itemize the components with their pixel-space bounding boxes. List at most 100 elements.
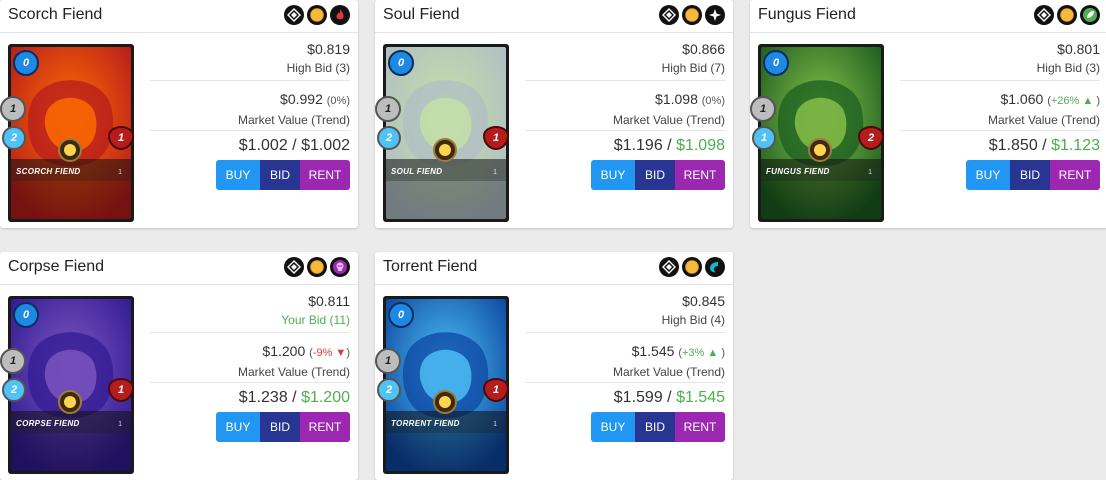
bid-button[interactable]: BID bbox=[260, 412, 300, 442]
action-buttons: BUY BID RENT bbox=[216, 160, 350, 190]
level-badge: 1 bbox=[868, 169, 872, 176]
bid-button[interactable]: BID bbox=[635, 160, 675, 190]
market-value: $1.200 (-9% ▼) bbox=[262, 343, 350, 359]
mana-icon: 0 bbox=[388, 302, 414, 328]
action-buttons: BUY BID RENT bbox=[216, 412, 350, 442]
mana-icon: 0 bbox=[388, 50, 414, 76]
per-bcx-price: $1.098 bbox=[676, 137, 725, 154]
card-badges bbox=[659, 257, 725, 277]
card-title[interactable]: Corpse Fiend bbox=[8, 258, 104, 276]
mana-value: 0 bbox=[397, 309, 405, 321]
buy-button[interactable]: BUY bbox=[591, 412, 635, 442]
card-title[interactable]: Torrent Fiend bbox=[383, 258, 477, 276]
rent-button[interactable]: RENT bbox=[675, 160, 725, 190]
attack-value: 1 bbox=[384, 355, 392, 367]
card-art-label: SCORCH FIEND bbox=[16, 167, 81, 176]
bid-row: $0.819 High Bid (3) bbox=[150, 40, 350, 81]
speed-icon: 2 bbox=[377, 126, 401, 150]
card-header: Fungus Fiend bbox=[750, 0, 1106, 33]
bid-row: $0.866 High Bid (7) bbox=[525, 40, 725, 81]
card-pricing: $0.811 Your Bid (11) $1.200 (-9% ▼) Mark… bbox=[150, 292, 350, 429]
market-value: $1.060 (+26% ▲ ) bbox=[1000, 91, 1100, 107]
card-image[interactable]: 0 1 2 1 SCORCH FIEND 1 bbox=[0, 44, 134, 222]
card-listing[interactable]: Corpse Fiend 0 1 2 1 CORPSE FIEND 1 $0.8… bbox=[0, 252, 358, 480]
card-image[interactable]: 0 1 1 2 FUNGUS FIEND 1 bbox=[750, 44, 884, 222]
per-bcx-price: $1.200 bbox=[301, 389, 350, 406]
card-listing[interactable]: Soul Fiend 0 1 2 1 SOUL FIEND 1 $0.866 H… bbox=[375, 0, 733, 228]
high-bid-label: High Bid (3) bbox=[286, 61, 350, 75]
action-buttons: BUY BID RENT bbox=[591, 412, 725, 442]
high-bid-label: High Bid (7) bbox=[661, 61, 725, 75]
speed-icon: 1 bbox=[752, 126, 776, 150]
per-bcx-price: $1.002 bbox=[301, 137, 350, 154]
card-header: Soul Fiend bbox=[375, 0, 733, 33]
earth-icon bbox=[1080, 5, 1100, 25]
arrow-up-icon: ▲ bbox=[704, 347, 719, 359]
card-listing[interactable]: Fungus Fiend 0 1 1 2 FUNGUS FIEND 1 $0.8… bbox=[750, 0, 1106, 228]
buy-button[interactable]: BUY bbox=[966, 160, 1010, 190]
bid-button[interactable]: BID bbox=[1010, 160, 1050, 190]
trend-indicator: (0%) bbox=[326, 95, 350, 107]
rent-button[interactable]: RENT bbox=[675, 412, 725, 442]
card-art-label: TORRENT FIEND bbox=[391, 419, 460, 428]
bid-button[interactable]: BID bbox=[635, 412, 675, 442]
card-title[interactable]: Fungus Fiend bbox=[758, 6, 856, 24]
speed-value: 2 bbox=[10, 384, 18, 396]
level-badge: 1 bbox=[118, 421, 122, 428]
low-buy-price: $1.238 / $1.200 bbox=[238, 389, 350, 406]
water-icon bbox=[705, 257, 725, 277]
card-image[interactable]: 0 1 2 1 SOUL FIEND 1 bbox=[375, 44, 509, 222]
buy-button[interactable]: BUY bbox=[591, 160, 635, 190]
mana-value: 0 bbox=[22, 57, 30, 69]
rent-button[interactable]: RENT bbox=[300, 160, 350, 190]
attack-value: 1 bbox=[759, 103, 767, 115]
death-icon bbox=[330, 257, 350, 277]
rent-button[interactable]: RENT bbox=[1050, 160, 1100, 190]
low-buy-price: $1.599 / $1.545 bbox=[613, 389, 725, 406]
market-row: $1.545 (+3% ▲ ) Market Value (Trend) bbox=[525, 333, 725, 383]
health-value: 1 bbox=[117, 132, 125, 144]
trend-indicator: (-9% ▼) bbox=[309, 347, 350, 359]
card-pricing: $0.845 High Bid (4) $1.545 (+3% ▲ ) Mark… bbox=[525, 292, 725, 429]
card-listing[interactable]: Scorch Fiend 0 1 2 1 SCORCH FIEND 1 $0.8… bbox=[0, 0, 358, 228]
per-bcx-price: $1.545 bbox=[676, 389, 725, 406]
card-art-label: FUNGUS FIEND bbox=[766, 167, 830, 176]
bid-button[interactable]: BID bbox=[260, 160, 300, 190]
speed-value: 2 bbox=[385, 132, 393, 144]
low-buy-price: $1.002 / $1.002 bbox=[238, 137, 350, 154]
card-image[interactable]: 0 1 2 1 TORRENT FIEND 1 bbox=[375, 296, 509, 474]
attack-value: 1 bbox=[9, 103, 17, 115]
card-title[interactable]: Soul Fiend bbox=[383, 6, 460, 24]
rent-button[interactable]: RENT bbox=[300, 412, 350, 442]
mana-value: 0 bbox=[772, 57, 780, 69]
low-buy-price: $1.850 / $1.123 bbox=[988, 137, 1100, 154]
market-value: $1.098 (0%) bbox=[655, 91, 725, 107]
card-badges bbox=[1034, 5, 1100, 25]
card-header: Torrent Fiend bbox=[375, 252, 733, 285]
trend-indicator: (+3% ▲ ) bbox=[678, 347, 725, 359]
action-buttons: BUY BID RENT bbox=[591, 160, 725, 190]
speed-value: 1 bbox=[760, 132, 768, 144]
card-art-label: SOUL FIEND bbox=[391, 167, 443, 176]
market-row: $1.200 (-9% ▼) Market Value (Trend) bbox=[150, 333, 350, 383]
mana-value: 0 bbox=[397, 57, 405, 69]
buy-button[interactable]: BUY bbox=[216, 412, 260, 442]
card-pricing: $0.801 High Bid (3) $1.060 (+26% ▲ ) Mar… bbox=[900, 40, 1100, 177]
speed-value: 2 bbox=[385, 384, 393, 396]
card-image[interactable]: 0 1 2 1 CORPSE FIEND 1 bbox=[0, 296, 134, 474]
bid-row: $0.845 High Bid (4) bbox=[525, 292, 725, 333]
rarity-common-icon bbox=[659, 257, 679, 277]
gold-foil-icon bbox=[1057, 5, 1077, 25]
market-label: Market Value (Trend) bbox=[237, 113, 350, 127]
bid-row: $0.801 High Bid (3) bbox=[900, 40, 1100, 81]
mana-icon: 0 bbox=[763, 50, 789, 76]
attack-value: 1 bbox=[384, 103, 392, 115]
card-badges bbox=[659, 5, 725, 25]
card-pricing: $0.866 High Bid (7) $1.098 (0%) Market V… bbox=[525, 40, 725, 177]
card-listing[interactable]: Torrent Fiend 0 1 2 1 TORRENT FIEND 1 $0… bbox=[375, 252, 733, 480]
buy-button[interactable]: BUY bbox=[216, 160, 260, 190]
low-buy-price: $1.196 / $1.098 bbox=[613, 137, 725, 154]
card-title[interactable]: Scorch Fiend bbox=[8, 6, 102, 24]
mana-icon: 0 bbox=[13, 50, 39, 76]
speed-value: 2 bbox=[10, 132, 18, 144]
